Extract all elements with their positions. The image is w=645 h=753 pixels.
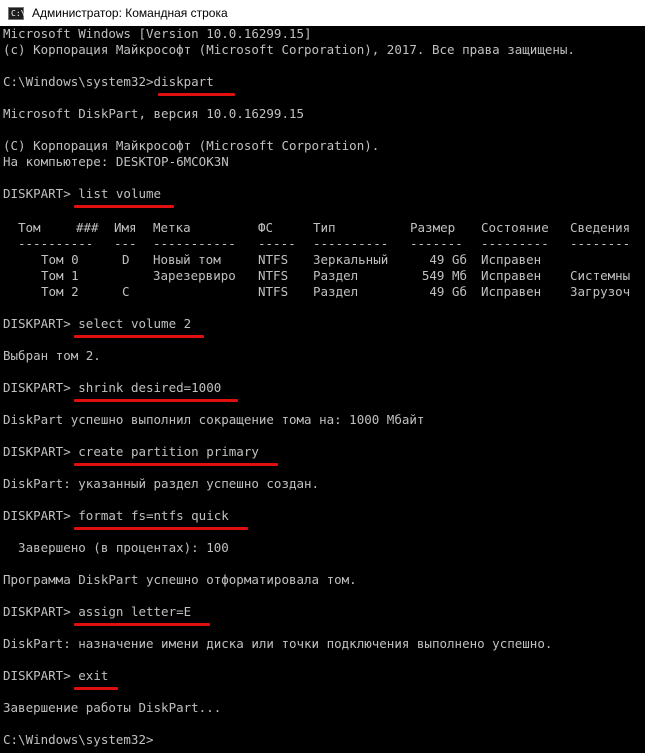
console-line: (C) Корпорация Майкрософт (Microsoft Cor… bbox=[3, 138, 380, 153]
prompt-line: C:\Windows\system32>diskpart bbox=[3, 74, 214, 90]
highlight-underline bbox=[74, 527, 248, 530]
table-header: ФС bbox=[258, 220, 274, 235]
prompt-line: DISKPART> shrink desired=1000 bbox=[3, 380, 221, 396]
table-cell: NTFS bbox=[258, 252, 289, 267]
table-cell: Раздел bbox=[313, 284, 359, 299]
console-line: DiskPart успешно выполнил сокращение том… bbox=[3, 412, 425, 427]
table-header: Размер bbox=[410, 220, 456, 235]
table-cell: 49 Gб bbox=[429, 284, 467, 299]
table-cell: Загрузоч bbox=[570, 284, 631, 299]
prompt-line[interactable]: C:\Windows\system32> bbox=[3, 732, 154, 748]
prompt-path: C:\Windows\system32> bbox=[3, 732, 154, 747]
highlight-underline bbox=[74, 399, 238, 402]
table-separator: --------- bbox=[481, 236, 549, 251]
prompt-path: C:\Windows\system32> bbox=[3, 74, 154, 89]
command-text: select volume 2 bbox=[78, 316, 192, 331]
command-text: shrink desired=1000 bbox=[78, 380, 222, 395]
console-line: Завершение работы DiskPart... bbox=[3, 700, 222, 715]
table-cell: Новый том bbox=[153, 252, 221, 267]
table-header: ### bbox=[76, 220, 99, 235]
table-cell: Исправен bbox=[481, 268, 542, 283]
diskpart-prompt: DISKPART> bbox=[3, 508, 79, 523]
table-cell: C bbox=[122, 284, 130, 299]
highlight-underline bbox=[158, 93, 235, 96]
table-cell: Зеркальный bbox=[313, 252, 389, 267]
table-header: Метка bbox=[153, 220, 191, 235]
console-line: Выбран том 2. bbox=[3, 348, 101, 363]
diskpart-prompt: DISKPART> bbox=[3, 316, 79, 331]
prompt-line: DISKPART> list volume bbox=[3, 186, 161, 202]
console-line: Microsoft DiskPart, версия 10.0.16299.15 bbox=[3, 106, 305, 121]
table-cell: D bbox=[122, 252, 130, 267]
command-text: diskpart bbox=[153, 74, 214, 89]
table-cell: Раздел bbox=[313, 268, 359, 283]
command-text: format fs=ntfs quick bbox=[78, 508, 229, 523]
table-header: Сведения bbox=[570, 220, 631, 235]
diskpart-prompt: DISKPART> bbox=[3, 604, 79, 619]
command-text: list volume bbox=[78, 186, 162, 201]
table-cell: 49 Gб bbox=[429, 252, 467, 267]
highlight-underline bbox=[74, 463, 278, 466]
console-line: Завершено (в процентах): 100 bbox=[3, 540, 229, 555]
prompt-line: DISKPART> format fs=ntfs quick bbox=[3, 508, 229, 524]
table-separator: ---------- bbox=[313, 236, 389, 251]
highlight-underline bbox=[74, 623, 210, 626]
table-cell: Системны bbox=[570, 268, 631, 283]
prompt-line: DISKPART> create partition primary bbox=[3, 444, 259, 460]
table-header: Имя bbox=[114, 220, 137, 235]
console-line: (c) Корпорация Майкрософт (Microsoft Cor… bbox=[3, 42, 575, 57]
prompt-line: DISKPART> select volume 2 bbox=[3, 316, 191, 332]
highlight-underline bbox=[74, 205, 174, 208]
table-cell: Зарезервиро bbox=[153, 268, 236, 283]
diskpart-prompt: DISKPART> bbox=[3, 380, 79, 395]
console-line: Программа DiskPart успешно отформатирова… bbox=[3, 572, 357, 587]
table-separator: --- bbox=[114, 236, 137, 251]
highlight-underline bbox=[74, 335, 204, 338]
console-line: На компьютере: DESKTOP-6MCOK3N bbox=[3, 154, 229, 169]
table-separator: -------- bbox=[570, 236, 631, 251]
table-cell: 549 Mб bbox=[421, 268, 467, 283]
diskpart-prompt: DISKPART> bbox=[3, 186, 79, 201]
table-cell: Исправен bbox=[481, 252, 542, 267]
table-separator: ---------- bbox=[18, 236, 94, 251]
command-text: create partition primary bbox=[78, 444, 259, 459]
command-prompt-window[interactable]: C:\ Администратор: Командная строка Micr… bbox=[0, 0, 645, 753]
table-separator: ----------- bbox=[153, 236, 236, 251]
console-line: DiskPart: назначение имени диска или точ… bbox=[3, 636, 553, 651]
table-cell: NTFS bbox=[258, 268, 289, 283]
window-title: Администратор: Командная строка bbox=[32, 6, 228, 20]
table-header: Том bbox=[18, 220, 41, 235]
command-text: assign letter=E bbox=[78, 604, 192, 619]
highlight-underline bbox=[74, 687, 118, 690]
prompt-line: DISKPART> exit bbox=[3, 668, 108, 684]
table-cell: Том 0 bbox=[41, 252, 79, 267]
table-header: Тип bbox=[313, 220, 336, 235]
console-line: Microsoft Windows [Version 10.0.16299.15… bbox=[3, 26, 312, 41]
table-cell: Том 2 bbox=[41, 284, 79, 299]
terminal-icon: C:\ bbox=[8, 6, 25, 20]
prompt-line: DISKPART> assign letter=E bbox=[3, 604, 191, 620]
command-text: exit bbox=[78, 668, 109, 683]
table-cell: NTFS bbox=[258, 284, 289, 299]
table-cell: Исправен bbox=[481, 284, 542, 299]
table-header: Состояние bbox=[481, 220, 549, 235]
table-separator: ----- bbox=[258, 236, 296, 251]
diskpart-prompt: DISKPART> bbox=[3, 444, 79, 459]
table-separator: ------- bbox=[410, 236, 463, 251]
console-line: DiskPart: указанный раздел успешно созда… bbox=[3, 476, 320, 491]
diskpart-prompt: DISKPART> bbox=[3, 668, 79, 683]
title-bar[interactable]: C:\ Администратор: Командная строка bbox=[0, 0, 645, 26]
console-output[interactable]: Microsoft Windows [Version 10.0.16299.15… bbox=[0, 26, 645, 753]
table-cell: Том 1 bbox=[41, 268, 79, 283]
